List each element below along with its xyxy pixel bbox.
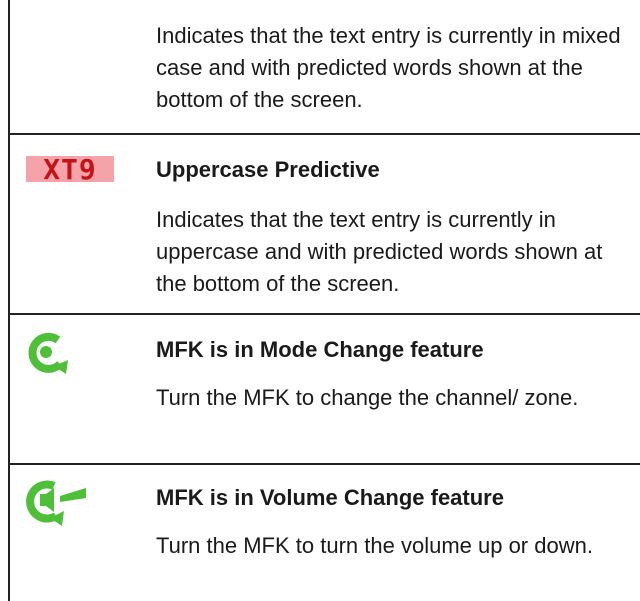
xt9-icon-label: XT9 [43, 153, 97, 186]
row-description: Turn the MFK to turn the volume up or do… [156, 533, 593, 558]
row-divider [10, 313, 640, 315]
row-description: Turn the MFK to change the channel/ zone… [156, 385, 579, 410]
row-text-cell: Indicates that the text entry is current… [156, 20, 626, 116]
icon-description-table: Indicates that the text entry is current… [8, 0, 640, 601]
row-text-cell: MFK is in Volume Change feature Turn the… [156, 484, 626, 562]
row-title: MFK is in Volume Change feature [156, 485, 504, 510]
row-text-cell: MFK is in Mode Change feature Turn the M… [156, 336, 626, 414]
xt9-uppercase-icon: XT9 [26, 150, 116, 186]
row-divider [10, 463, 640, 465]
row-title: Uppercase Predictive [156, 157, 380, 182]
row-title: MFK is in Mode Change feature [156, 337, 484, 362]
row-description: Indicates that the text entry is current… [156, 23, 621, 112]
row-description: Indicates that the text entry is current… [156, 207, 603, 296]
row-text-cell: Uppercase Predictive Indicates that the … [156, 156, 626, 300]
mode-change-icon [24, 330, 74, 381]
volume-change-icon [24, 478, 88, 533]
row-divider [10, 133, 640, 135]
